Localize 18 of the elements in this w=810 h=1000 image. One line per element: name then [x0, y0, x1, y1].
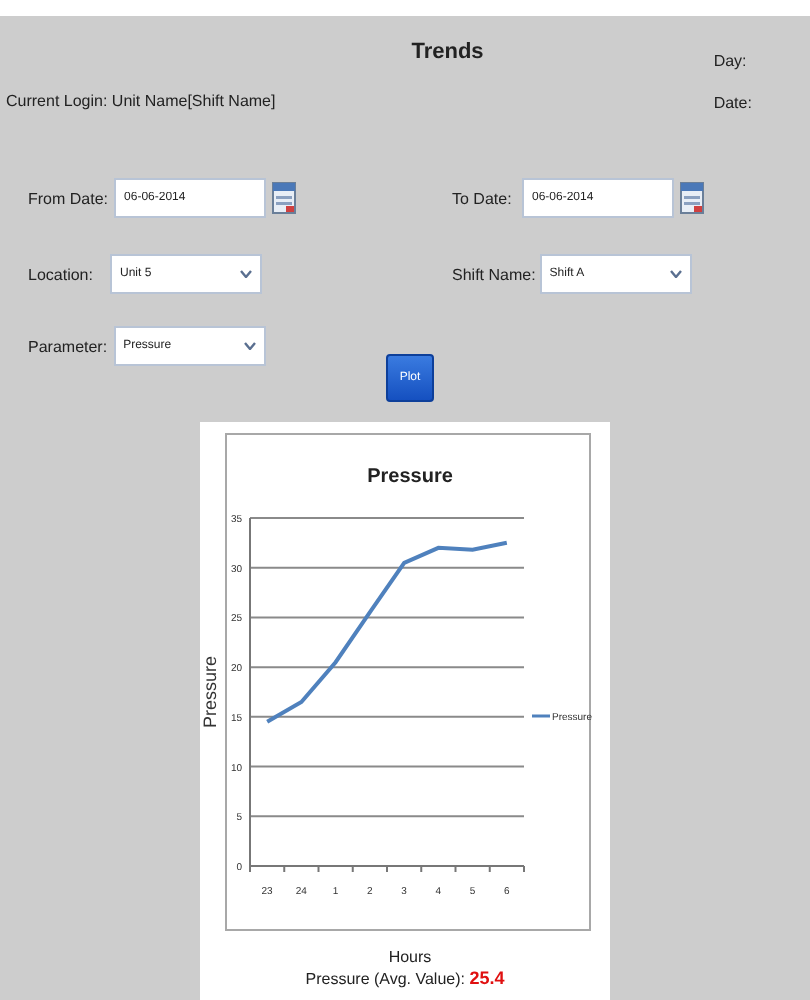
chart-title: Pressure	[367, 466, 453, 488]
day-label: Day:	[713, 52, 749, 70]
average-value-text: Pressure (Avg. Value): 25.4	[303, 968, 507, 988]
current-login-text: Current Login: Unit Name[Shift Name]	[6, 92, 276, 114]
calendar-icon[interactable]	[680, 182, 704, 214]
from-date-label: From Date:	[28, 189, 109, 207]
chevron-down-icon	[243, 342, 256, 350]
x-axis-label: Hours	[388, 948, 432, 966]
location-label: Location:	[28, 265, 95, 283]
to-date-label: To Date:	[452, 189, 514, 207]
chevron-down-icon	[669, 270, 682, 278]
shift-name-label: Shift Name:	[452, 265, 536, 283]
date-label: Date:	[713, 94, 752, 112]
page-title: Trends	[411, 40, 484, 68]
chevron-down-icon	[240, 270, 252, 278]
parameter-label: Parameter:	[28, 337, 108, 355]
y-axis-label: Pressure	[200, 656, 220, 728]
calendar-icon[interactable]	[272, 182, 297, 214]
